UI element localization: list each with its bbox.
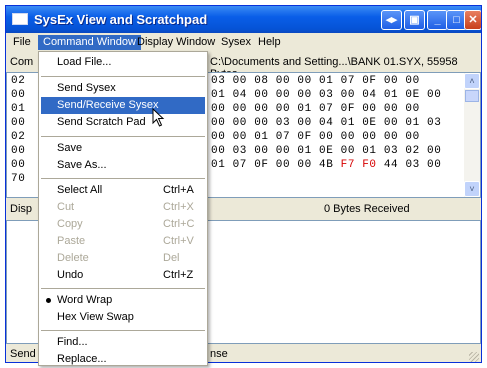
minimize-button[interactable]: _ xyxy=(427,10,448,30)
menu-item-send-sysex[interactable]: Send Sysex xyxy=(41,80,205,97)
hex-row: 03 00 08 00 00 01 07 0F 00 00 xyxy=(211,75,420,87)
scroll-thumb[interactable] xyxy=(465,90,479,102)
hex-row-tail: 44 03 00 xyxy=(383,159,442,171)
menu-sysex[interactable]: Sysex xyxy=(216,35,256,50)
menu-separator xyxy=(41,178,205,179)
menu-item-replace[interactable]: Replace... xyxy=(41,351,205,368)
menu-item-cut[interactable]: Cut Ctrl+X xyxy=(41,199,205,216)
hex-bytes-red: F7 F0 xyxy=(340,159,377,171)
switch-window-button[interactable]: ▣ xyxy=(404,10,425,30)
row-prefix: 01 xyxy=(11,103,26,115)
window-title: SysEx View and Scratchpad xyxy=(34,12,208,27)
menu-item-save-as[interactable]: Save As... xyxy=(41,157,205,174)
hex-row: 00 00 01 07 0F 00 00 00 00 00 xyxy=(211,131,420,143)
hex-row: 00 03 00 00 01 0E 00 01 03 02 00 xyxy=(211,145,442,157)
menu-separator xyxy=(41,76,205,77)
hex-row-last: 01 07 0F 00 00 4B F7 F0 44 03 00 xyxy=(211,159,441,171)
scroll-down-icon[interactable]: ˅ xyxy=(464,181,480,197)
menu-item-copy[interactable]: Copy Ctrl+C xyxy=(41,216,205,233)
bytes-received-label: 0 Bytes Received xyxy=(324,203,410,215)
menu-bar: File Command Window Display Window Sysex… xyxy=(6,33,481,51)
menu-item-word-wrap[interactable]: Word Wrap xyxy=(41,292,205,309)
close-button[interactable]: ✕ xyxy=(464,10,481,30)
mouse-pointer-icon xyxy=(152,108,165,127)
menu-display-window[interactable]: Display Window xyxy=(132,35,220,50)
title-bar[interactable]: SysEx View and Scratchpad ◂▸ ▣ _ □ ✕ xyxy=(6,6,481,33)
menu-item-find[interactable]: Find... xyxy=(41,334,205,351)
row-prefix: 00 xyxy=(11,145,26,157)
menu-separator xyxy=(41,136,205,137)
row-prefix: 02 xyxy=(11,75,26,87)
restore-special-button[interactable]: ◂▸ xyxy=(381,10,402,30)
menu-item-paste[interactable]: Paste Ctrl+V xyxy=(41,233,205,250)
menu-command-window[interactable]: Command Window xyxy=(38,35,141,50)
row-prefix: 00 xyxy=(11,159,26,171)
menu-file[interactable]: File xyxy=(8,35,36,50)
hex-row-start: 01 07 0F 00 00 4B xyxy=(211,159,334,171)
checked-bullet-icon xyxy=(46,298,51,303)
response-label: nse xyxy=(210,348,228,360)
menu-help[interactable]: Help xyxy=(253,35,286,50)
display-label: Disp xyxy=(10,203,33,215)
menu-separator xyxy=(41,330,205,331)
command-pane-label: Com xyxy=(10,56,34,68)
menu-item-undo[interactable]: Undo Ctrl+Z xyxy=(41,267,205,284)
hex-row: 00 00 00 00 01 07 0F 00 00 00 xyxy=(211,103,420,115)
menu-item-send-receive-sysex[interactable]: Send/Receive Sysex xyxy=(41,97,205,114)
hex-row: 01 04 00 00 00 03 00 04 01 0E 00 xyxy=(211,89,442,101)
menu-item-send-scratch-pad[interactable]: Send Scratch Pad xyxy=(41,114,205,131)
menu-item-save[interactable]: Save xyxy=(41,140,205,157)
send-label: Send xyxy=(10,348,36,360)
menu-item-delete[interactable]: Delete Del xyxy=(41,250,205,267)
menu-separator xyxy=(41,288,205,289)
hex-scrollbar[interactable]: ˄ ˅ xyxy=(464,73,480,197)
menu-item-hex-view-swap[interactable]: Hex View Swap xyxy=(41,309,205,326)
row-prefix: 00 xyxy=(11,89,26,101)
scroll-up-icon[interactable]: ˄ xyxy=(464,73,480,89)
resize-grip[interactable] xyxy=(469,352,479,362)
row-prefix: 02 xyxy=(11,131,26,143)
hex-row: 00 00 00 03 00 04 01 0E 00 01 03 xyxy=(211,117,442,129)
menu-item-select-all[interactable]: Select All Ctrl+A xyxy=(41,182,205,199)
command-window-menu: Load File... Send Sysex Send/Receive Sys… xyxy=(38,51,208,366)
app-window-icon xyxy=(12,13,28,25)
row-prefix: 00 xyxy=(11,117,26,129)
row-prefix: 70 xyxy=(11,173,26,185)
menu-item-load-file[interactable]: Load File... xyxy=(41,54,205,71)
